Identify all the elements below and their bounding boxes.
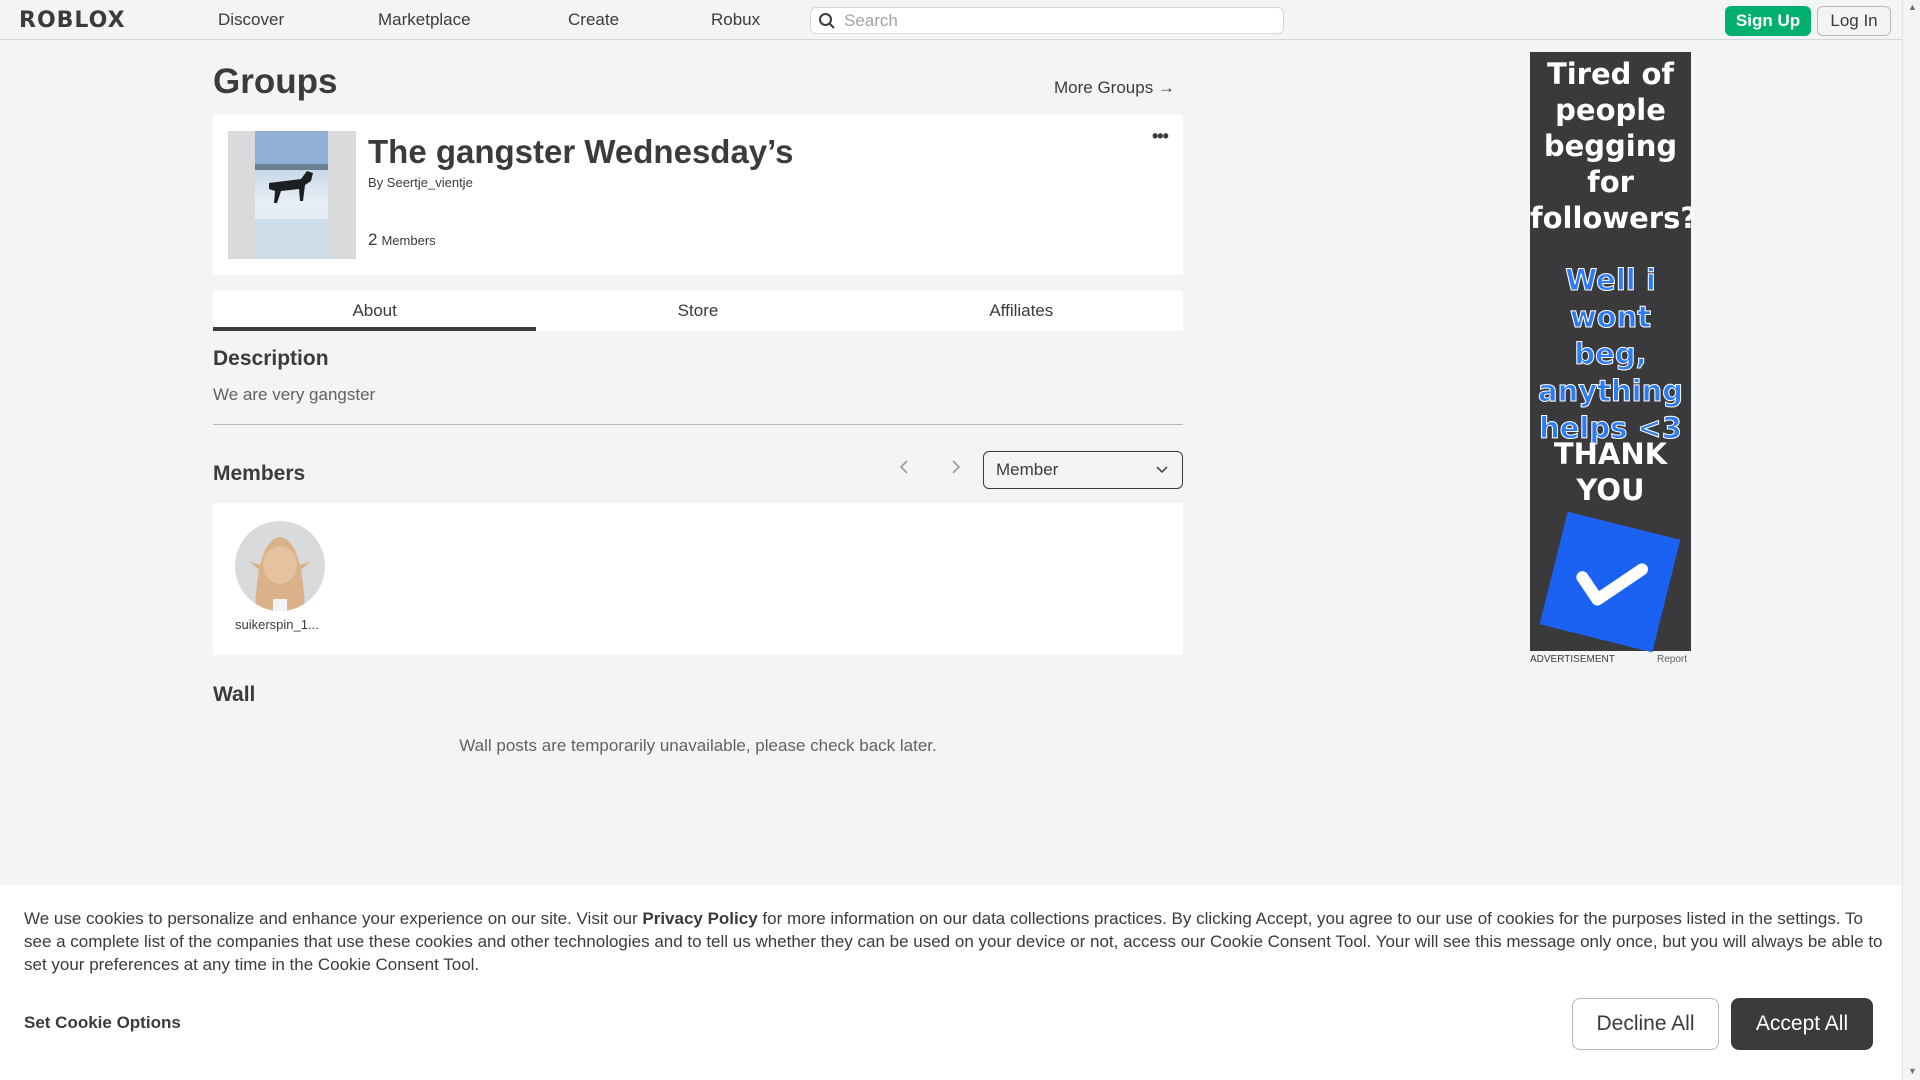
member-avatar[interactable] [235, 521, 325, 611]
ad-text: Well i [1565, 263, 1657, 298]
dog-in-snow-image [255, 131, 328, 259]
chevron-left-icon[interactable] [898, 458, 910, 481]
ad-text: wont beg, [1569, 300, 1652, 372]
ad-headline: Tired of people begging for followers? [1530, 56, 1698, 236]
ad-subline: Well i wont beg, anything helps <3 [1530, 262, 1691, 447]
member-name[interactable]: suikerspin_1... [235, 617, 325, 632]
members-list: suikerspin_1... [213, 503, 1183, 655]
nav-discover[interactable]: Discover [218, 10, 284, 30]
chevron-down-icon [1156, 466, 1168, 474]
member-count-value: 2 [368, 230, 378, 249]
by-label: By [368, 175, 384, 190]
divider [213, 424, 1183, 425]
sign-up-button[interactable]: Sign Up [1725, 6, 1811, 36]
tab-store[interactable]: Store [536, 291, 859, 331]
group-emblem [228, 131, 356, 259]
tab-about[interactable]: About [213, 291, 537, 331]
cookie-message: We use cookies to personalize and enhanc… [24, 907, 1884, 976]
privacy-policy-link[interactable]: Privacy Policy [642, 909, 757, 928]
roblox-logo[interactable]: ROBLOX [19, 8, 126, 33]
cookie-consent-banner: We use cookies to personalize and enhanc… [0, 885, 1902, 1080]
page-title: Groups [213, 62, 338, 101]
ad-text: THANK [1553, 437, 1668, 471]
search-input[interactable] [844, 10, 1283, 31]
role-selected: Member [996, 460, 1059, 479]
group-tabs: About Store Affiliates [213, 291, 1183, 331]
ad-text: YOU [1576, 473, 1645, 507]
role-dropdown[interactable]: Member [983, 451, 1183, 489]
nav-marketplace[interactable]: Marketplace [378, 10, 471, 30]
avatar-image [249, 537, 311, 611]
page-scrollbar[interactable]: ▲ ▼ [1902, 0, 1920, 1080]
accept-all-button[interactable]: Accept All [1731, 998, 1873, 1050]
group-name: The gangster Wednesday’s [368, 133, 794, 170]
ad-report-link[interactable]: Report [1657, 654, 1687, 665]
decline-all-button[interactable]: Decline All [1572, 998, 1719, 1050]
more-dots-icon[interactable]: ••• [1152, 126, 1169, 147]
search-icon [819, 12, 835, 29]
ad-text: for [1587, 165, 1634, 199]
chevron-right-icon[interactable] [950, 458, 962, 481]
members-heading: Members [213, 462, 306, 485]
group-header-card: The gangster Wednesday’s By Seertje_vien… [213, 115, 1183, 275]
owner-link[interactable]: Seertje_vientje [387, 175, 473, 190]
ad-text: begging [1543, 129, 1678, 163]
ad-text: anything [1538, 374, 1684, 409]
advertisement-banner[interactable]: Tired of people begging for followers? W… [1530, 52, 1698, 653]
group-owner: By Seertje_vientje [368, 175, 473, 190]
cookie-text-start: We use cookies to personalize and enhanc… [24, 909, 643, 928]
nav-robux[interactable]: Robux [711, 10, 760, 30]
log-in-button[interactable]: Log In [1817, 6, 1891, 36]
description-heading: Description [213, 347, 329, 370]
nav-create[interactable]: Create [568, 10, 619, 30]
advertisement-label: ADVERTISEMENT [1530, 654, 1615, 665]
ad-text: Tired of [1546, 57, 1675, 91]
ad-text: followers? [1530, 201, 1698, 235]
set-cookie-options-link[interactable]: Set Cookie Options [24, 1013, 181, 1033]
more-groups-link[interactable]: More Groups → [1054, 78, 1175, 98]
tab-affiliates[interactable]: Affiliates [860, 291, 1183, 331]
checkmark-icon [1539, 511, 1681, 653]
member-count-label: Members [381, 233, 436, 248]
search-box [810, 7, 1284, 34]
description-text: We are very gangster [213, 385, 376, 404]
member-count: 2 Members [368, 230, 436, 250]
ad-thanks: THANK YOU [1530, 436, 1691, 508]
scroll-up-icon[interactable]: ▲ [1908, 2, 1917, 12]
ad-text: people [1555, 93, 1666, 127]
group-emblem-image [255, 131, 328, 259]
wall-heading: Wall [213, 683, 256, 706]
wall-message: Wall posts are temporarily unavailable, … [459, 736, 937, 755]
scroll-down-icon[interactable]: ▼ [1908, 1066, 1917, 1076]
top-navigation-bar: ROBLOX Discover Marketplace Create Robux… [0, 0, 1902, 40]
